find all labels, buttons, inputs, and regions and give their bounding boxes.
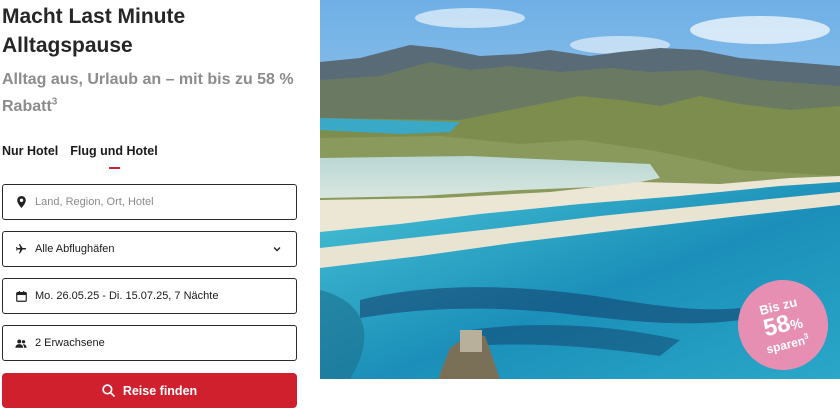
- subtitle-footnote: 3: [51, 96, 58, 108]
- page-subtitle: Alltag aus, Urlaub an – mit bis zu 58 % …: [2, 66, 302, 120]
- badge-footnote: 3: [802, 331, 810, 342]
- search-type-tabs: Nur Hotel Flug und Hotel: [2, 142, 158, 172]
- travel-dates-field[interactable]: Mo. 26.05.25 - Di. 15.07.25, 7 Nächte: [2, 278, 297, 314]
- travellers-field[interactable]: 2 Erwachsene: [2, 325, 297, 361]
- travel-dates-value: Mo. 26.05.25 - Di. 15.07.25, 7 Nächte: [35, 290, 219, 302]
- airplane-icon: [15, 243, 27, 255]
- search-icon: [102, 384, 115, 397]
- tab-hotel-only[interactable]: Nur Hotel: [2, 142, 58, 172]
- destination-field[interactable]: [2, 184, 297, 220]
- badge-unit: %: [788, 314, 805, 333]
- subtitle-text: Alltag aus, Urlaub an – mit bis zu 58 % …: [2, 71, 294, 115]
- departure-airport-select[interactable]: Alle Abflughäfen: [2, 231, 297, 267]
- page-title: Macht Last Minute Alltagspause: [2, 5, 186, 57]
- chevron-down-icon[interactable]: [272, 244, 282, 254]
- destination-input[interactable]: [35, 196, 275, 208]
- find-trip-label: Reise finden: [122, 383, 198, 398]
- find-trip-button[interactable]: Reise finden: [2, 373, 297, 408]
- search-panel: Macht Last Minute Alltagspause Alltag au…: [0, 0, 300, 412]
- location-pin-icon: [15, 196, 27, 208]
- travellers-value: 2 Erwachsene: [35, 337, 105, 349]
- people-icon: [15, 337, 27, 349]
- departure-value: Alle Abflughäfen: [35, 243, 115, 255]
- calendar-icon: [15, 290, 27, 302]
- tab-flight-and-hotel[interactable]: Flug und Hotel: [70, 142, 158, 172]
